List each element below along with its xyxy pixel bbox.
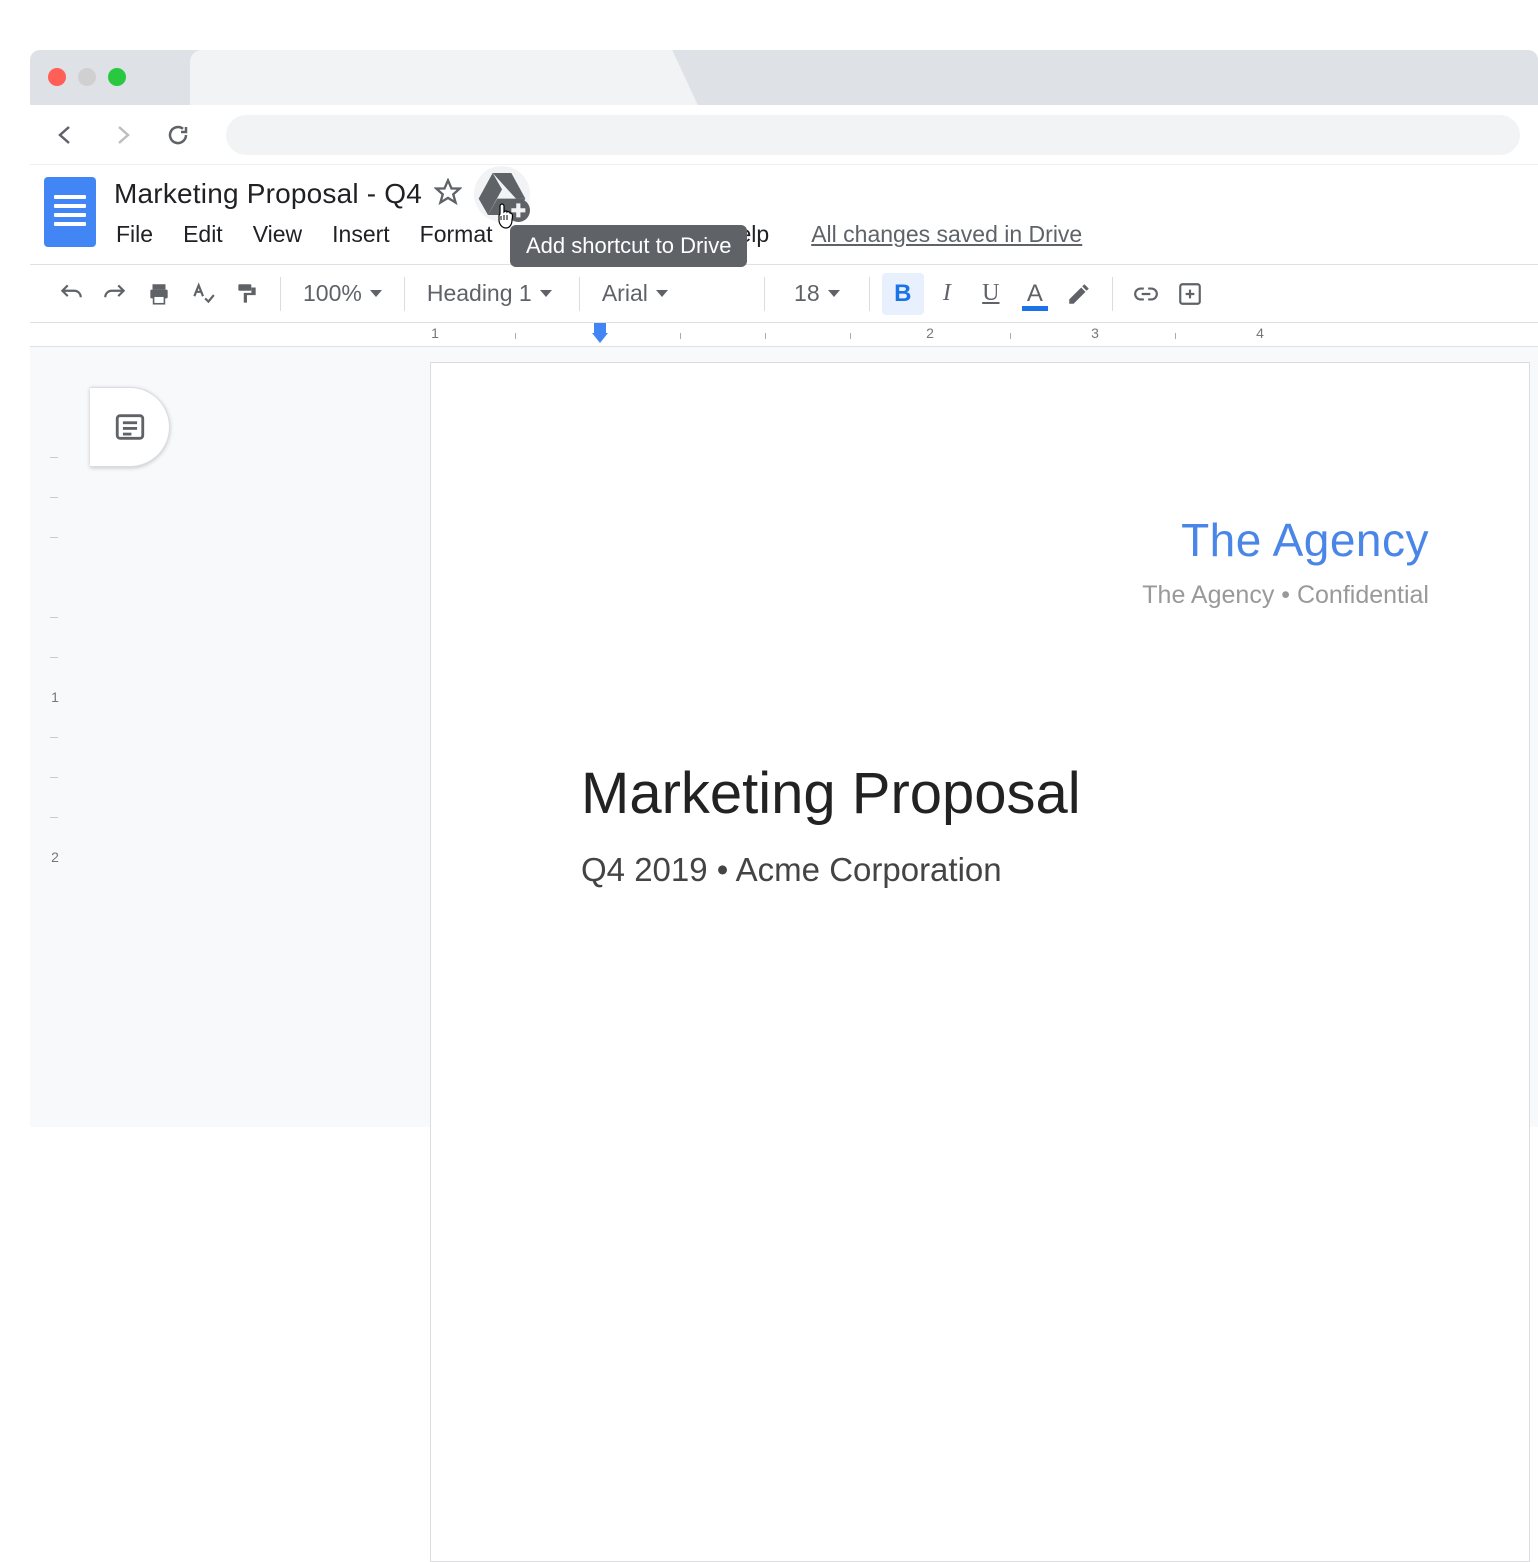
reload-button[interactable] xyxy=(160,117,196,153)
font-size-value: 18 xyxy=(794,280,820,307)
forward-button[interactable] xyxy=(104,117,140,153)
undo-button[interactable] xyxy=(50,273,92,315)
font-size-dropdown[interactable]: 18 xyxy=(777,273,857,315)
vruler-mark: 2 xyxy=(44,849,66,865)
menu-view[interactable]: View xyxy=(251,219,304,250)
print-button[interactable] xyxy=(138,273,180,315)
left-indent-icon[interactable] xyxy=(592,333,608,343)
style-dropdown[interactable]: Heading 1 xyxy=(417,273,567,315)
first-line-indent-icon[interactable] xyxy=(594,323,606,333)
outline-icon xyxy=(113,410,147,444)
menu-edit[interactable]: Edit xyxy=(181,219,225,250)
menu-format[interactable]: Format xyxy=(418,219,495,250)
window-close-button[interactable] xyxy=(48,68,66,86)
highlight-button[interactable] xyxy=(1058,273,1100,315)
underline-button[interactable]: U xyxy=(970,273,1012,315)
ruler-mark: 4 xyxy=(1256,325,1264,341)
insert-link-button[interactable] xyxy=(1125,273,1167,315)
save-status[interactable]: All changes saved in Drive xyxy=(811,221,1082,248)
style-value: Heading 1 xyxy=(427,280,532,307)
ruler-mark: 1 xyxy=(431,325,439,341)
zoom-value: 100% xyxy=(303,280,362,307)
italic-button[interactable]: I xyxy=(926,273,968,315)
zoom-dropdown[interactable]: 100% xyxy=(293,273,392,315)
document-page[interactable]: The Agency The Agency • Confidential Mar… xyxy=(430,362,1530,1562)
browser-nav-bar xyxy=(30,105,1538,165)
text-color-button[interactable]: A xyxy=(1014,273,1056,315)
menu-file[interactable]: File xyxy=(114,219,155,250)
docs-logo-icon[interactable] xyxy=(44,177,100,251)
browser-tab[interactable] xyxy=(190,50,710,105)
bold-button[interactable]: B xyxy=(882,273,924,315)
add-to-drive-button[interactable] xyxy=(474,166,530,222)
horizontal-ruler[interactable]: 1 2 3 4 xyxy=(30,323,1538,347)
docs-header: Marketing Proposal - Q4 xyxy=(30,165,1538,265)
ruler-mark: 3 xyxy=(1091,325,1099,341)
toolbar: 100% Heading 1 Arial 18 B I U A xyxy=(30,265,1538,323)
tooltip-add-shortcut: Add shortcut to Drive xyxy=(510,225,747,267)
ruler-mark: 2 xyxy=(926,325,934,341)
editor-area: 1 2 The Agency The Agency • Confidential… xyxy=(30,347,1538,1127)
spellcheck-button[interactable] xyxy=(182,273,224,315)
paint-format-button[interactable] xyxy=(226,273,268,315)
back-button[interactable] xyxy=(48,117,84,153)
browser-tab-bar xyxy=(30,50,1538,105)
vruler-mark: 1 xyxy=(44,689,66,705)
font-value: Arial xyxy=(602,280,648,307)
window-maximize-button[interactable] xyxy=(108,68,126,86)
vertical-ruler[interactable]: 1 2 xyxy=(44,397,66,1127)
drive-icon xyxy=(474,166,530,222)
document-title[interactable]: Marketing Proposal - Q4 xyxy=(114,178,422,210)
redo-button[interactable] xyxy=(94,273,136,315)
page-company-name: The Agency xyxy=(581,513,1429,567)
star-icon[interactable] xyxy=(434,178,462,211)
more-button[interactable] xyxy=(1169,273,1211,315)
font-dropdown[interactable]: Arial xyxy=(592,273,752,315)
menu-insert[interactable]: Insert xyxy=(330,219,392,250)
url-bar[interactable] xyxy=(226,115,1520,155)
page-heading: Marketing Proposal xyxy=(581,760,1449,827)
window-minimize-button[interactable] xyxy=(78,68,96,86)
outline-toggle-button[interactable] xyxy=(90,387,170,467)
page-subheading: Q4 2019 • Acme Corporation xyxy=(581,851,1449,889)
page-confidential-line: The Agency • Confidential xyxy=(581,581,1429,610)
